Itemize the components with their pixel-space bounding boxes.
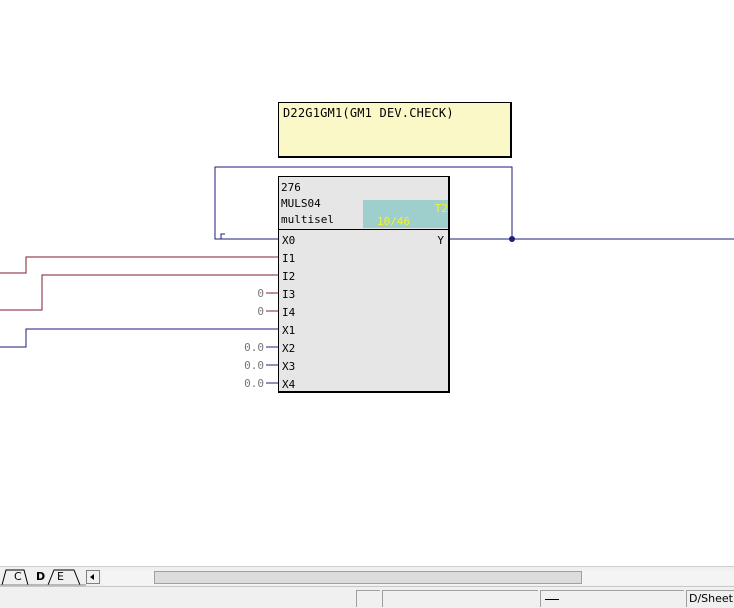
scrollbar-thumb[interactable]	[154, 571, 582, 584]
input-pin-x2[interactable]: X2	[282, 342, 295, 355]
function-block[interactable]: 276 MULS04 multisel T2 10/46 X0 I1 I2 I3…	[278, 176, 450, 393]
comment-box[interactable]: D22G1GM1(GM1 DEV.CHECK)	[278, 102, 512, 158]
value-x4[interactable]: 0.0	[224, 377, 264, 390]
input-pin-x4[interactable]: X4	[282, 378, 295, 391]
input-pin-i2[interactable]: I2	[282, 270, 295, 283]
junction-dot	[509, 236, 515, 242]
output-pin-y[interactable]: Y	[437, 234, 444, 247]
status-bar: D/Sheet	[0, 586, 734, 608]
wire-i1[interactable]	[0, 256, 278, 274]
chart-canvas[interactable]: D22G1GM1(GM1 DEV.CHECK) 276 MULS04 multi…	[0, 0, 734, 566]
input-pin-i4[interactable]: I4	[282, 306, 295, 319]
block-number: 276	[281, 181, 301, 194]
horizontal-scrollbar[interactable]	[102, 571, 734, 585]
block-type: MULS04	[281, 197, 321, 210]
status-pane-1	[356, 590, 380, 607]
status-pane-sheet: D/Sheet	[686, 590, 734, 607]
status-pane-2	[382, 590, 538, 607]
dash-mark	[545, 599, 559, 600]
status-pane-3	[540, 590, 684, 607]
runtime-sequence: 10/46	[377, 215, 411, 228]
value-i4[interactable]: 0	[224, 305, 264, 318]
input-pin-x0[interactable]: X0	[282, 234, 295, 247]
block-header-separator	[279, 229, 448, 230]
triangle-left-icon[interactable]	[86, 570, 100, 584]
sheet-tab-bar: C D E	[0, 566, 734, 587]
runtime-properties: T2 10/46	[363, 200, 448, 228]
input-pin-i3[interactable]: I3	[282, 288, 295, 301]
input-pin-x3[interactable]: X3	[282, 360, 295, 373]
feedback-break-mark	[220, 233, 225, 239]
value-i3[interactable]: 0	[224, 287, 264, 300]
value-x3[interactable]: 0.0	[224, 359, 264, 372]
comment-text: D22G1GM1(GM1 DEV.CHECK)	[283, 106, 454, 120]
input-pin-x1[interactable]: X1	[282, 324, 295, 337]
value-x2[interactable]: 0.0	[224, 341, 264, 354]
sheet-indicator: D/Sheet	[689, 592, 733, 605]
runtime-task: T2	[434, 202, 448, 215]
input-pin-i1[interactable]: I1	[282, 252, 295, 265]
block-name: multisel	[281, 213, 334, 226]
